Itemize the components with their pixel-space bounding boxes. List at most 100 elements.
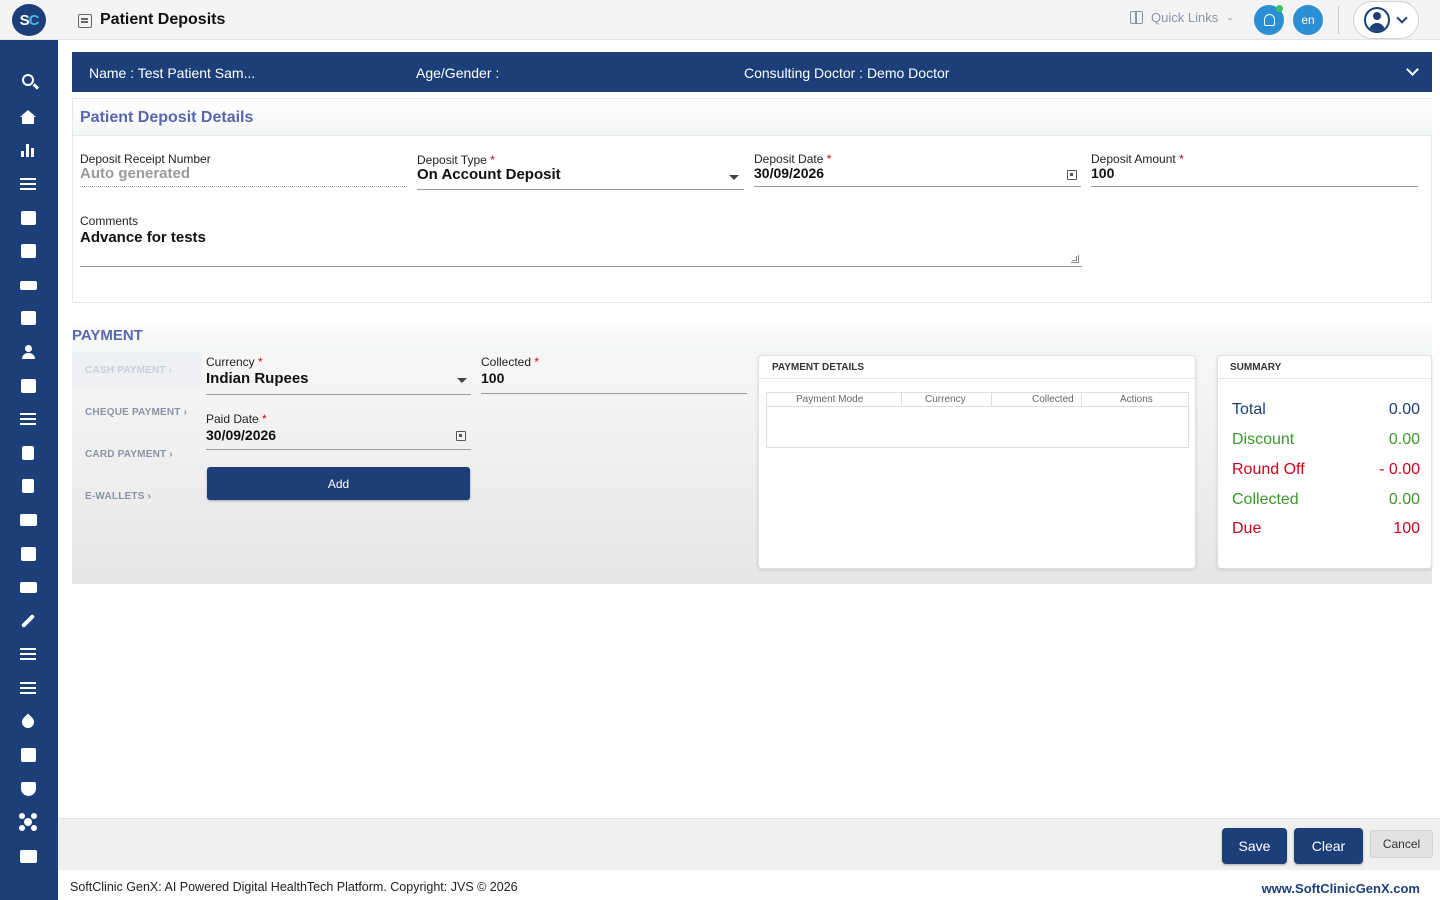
folder-icon[interactable]: [19, 847, 37, 865]
deposit-date-field[interactable]: 30/09/2026: [754, 165, 824, 181]
deposit-amount-field[interactable]: 100: [1091, 165, 1114, 181]
receipt-number-field: Auto generated: [80, 165, 191, 182]
resize-handle-icon[interactable]: [1071, 255, 1079, 263]
blood-drop-icon[interactable]: [19, 713, 37, 731]
summary-title: SUMMARY: [1230, 362, 1282, 373]
shield-icon[interactable]: [19, 780, 37, 798]
pharmacy-icon[interactable]: [19, 477, 37, 495]
deposit-date-underline: [754, 186, 1081, 187]
bell-icon: [1263, 14, 1275, 26]
currency-underline: [206, 394, 471, 395]
website-link[interactable]: www.SoftClinicGenX.com: [1262, 881, 1420, 896]
deposit-details-title: Patient Deposit Details: [80, 109, 254, 126]
top-bar: SC Patient Deposits Quick Links ⌄ en: [0, 0, 1440, 40]
bed-icon[interactable]: [19, 276, 37, 294]
payment-header: [72, 318, 1432, 353]
gift-icon: [1130, 11, 1143, 24]
add-library-icon[interactable]: [19, 746, 37, 764]
copyright-text: SoftClinic GenX: AI Powered Digital Heal…: [70, 880, 518, 894]
payment-title: PAYMENT: [72, 327, 143, 344]
calendar-icon[interactable]: [456, 431, 466, 441]
column-divider: [901, 393, 902, 407]
page-title: Patient Deposits: [100, 11, 226, 28]
clear-button[interactable]: Clear: [1294, 828, 1363, 864]
caret-down-icon: [457, 378, 467, 383]
notifications-button[interactable]: [1254, 5, 1284, 35]
collected-field[interactable]: 100: [481, 370, 504, 386]
person-icon[interactable]: [19, 343, 37, 361]
calendar-icon[interactable]: [1067, 170, 1077, 180]
devices-icon[interactable]: [19, 578, 37, 596]
comments-textarea[interactable]: Advance for tests: [80, 229, 206, 246]
quick-links-menu[interactable]: Quick Links ⌄: [1130, 10, 1234, 25]
deposit-type-label: Deposit Type *: [417, 153, 495, 167]
list-icon-2[interactable]: [19, 645, 37, 663]
patient-banner: Name : Test Patient Sam... Age/Gender : …: [72, 52, 1432, 92]
menu-icon[interactable]: [19, 175, 37, 193]
comments-label: Comments: [80, 214, 139, 228]
calendar-icon[interactable]: [19, 242, 37, 260]
receipt-number-label: Deposit Receipt Number: [80, 152, 211, 166]
store-icon[interactable]: [19, 545, 37, 563]
paid-date-underline: [206, 449, 471, 450]
tab-cheque-payment[interactable]: CHEQUE PAYMENT ›: [72, 395, 202, 429]
lab-icon[interactable]: [19, 444, 37, 462]
action-bar: Save Clear Cancel: [58, 818, 1440, 870]
search-icon[interactable]: [19, 71, 37, 89]
add-medical-icon[interactable]: [19, 309, 37, 327]
hub-icon[interactable]: [19, 813, 37, 831]
deposit-amount-underline: [1091, 186, 1418, 187]
patient-name: Name : Test Patient Sam...: [89, 65, 256, 81]
table-header: Payment Mode Currency Collected Actions: [767, 393, 1188, 407]
deposit-details-header: Patient Deposit Details: [73, 99, 1432, 136]
summary-card: SUMMARY Total 0.00 Discount 0.00 Round Off…: [1217, 355, 1432, 569]
user-menu-button[interactable]: [1353, 1, 1419, 39]
collected-underline: [481, 393, 747, 394]
column-divider: [1081, 393, 1082, 407]
caret-down-icon: [729, 175, 739, 180]
currency-label: Currency *: [206, 355, 263, 369]
column-divider: [991, 393, 992, 407]
paid-date-field[interactable]: 30/09/2026: [206, 427, 276, 443]
analytics-icon[interactable]: [19, 141, 37, 159]
comments-underline: [80, 266, 1082, 267]
book-icon[interactable]: [19, 511, 37, 529]
column-payment-mode: Payment Mode: [796, 394, 864, 405]
language-button[interactable]: en: [1293, 5, 1323, 35]
logo-letter-s: S: [19, 11, 30, 29]
currency-select[interactable]: Indian Rupees: [206, 370, 309, 387]
home-icon[interactable]: [19, 108, 37, 126]
document-icon[interactable]: [19, 377, 37, 395]
app-logo[interactable]: SC: [12, 4, 46, 36]
page-calendar-icon: [78, 14, 92, 28]
divider: [759, 378, 1195, 379]
wrench-icon[interactable]: [19, 612, 37, 630]
column-actions: Actions: [1120, 394, 1153, 405]
logo-letter-c: C: [28, 11, 40, 29]
divider: [1338, 6, 1339, 34]
list-icon-3[interactable]: [19, 679, 37, 697]
list-icon[interactable]: [19, 410, 37, 428]
paid-date-label: Paid Date *: [206, 412, 267, 426]
chevron-down-icon: [1396, 12, 1408, 24]
column-currency: Currency: [925, 394, 966, 405]
tab-e-wallets[interactable]: E-WALLETS ›: [72, 479, 202, 513]
deposit-amount-label: Deposit Amount *: [1091, 152, 1184, 166]
save-button[interactable]: Save: [1222, 828, 1287, 864]
payment-details-title: PAYMENT DETAILS: [772, 362, 865, 373]
deposit-date-label: Deposit Date *: [754, 152, 832, 166]
consulting-doctor: Consulting Doctor : Demo Doctor: [744, 65, 950, 81]
user-avatar-icon: [1364, 7, 1390, 33]
deposit-type-underline: [417, 189, 744, 190]
tab-cash-payment[interactable]: CASH PAYMENT ›: [72, 353, 202, 387]
medical-bag-icon[interactable]: [19, 209, 37, 227]
expand-chevron-icon[interactable]: [1406, 63, 1419, 76]
column-collected: Collected: [1032, 394, 1074, 405]
deposit-type-select[interactable]: On Account Deposit: [417, 166, 561, 183]
caret-down-icon: ⌄: [1226, 12, 1234, 22]
patient-age-gender: Age/Gender :: [416, 65, 500, 81]
add-payment-button[interactable]: Add: [207, 467, 470, 500]
tab-card-payment[interactable]: CARD PAYMENT ›: [72, 437, 202, 471]
cancel-button[interactable]: Cancel: [1370, 830, 1433, 858]
quick-links-label: Quick Links: [1151, 10, 1219, 25]
